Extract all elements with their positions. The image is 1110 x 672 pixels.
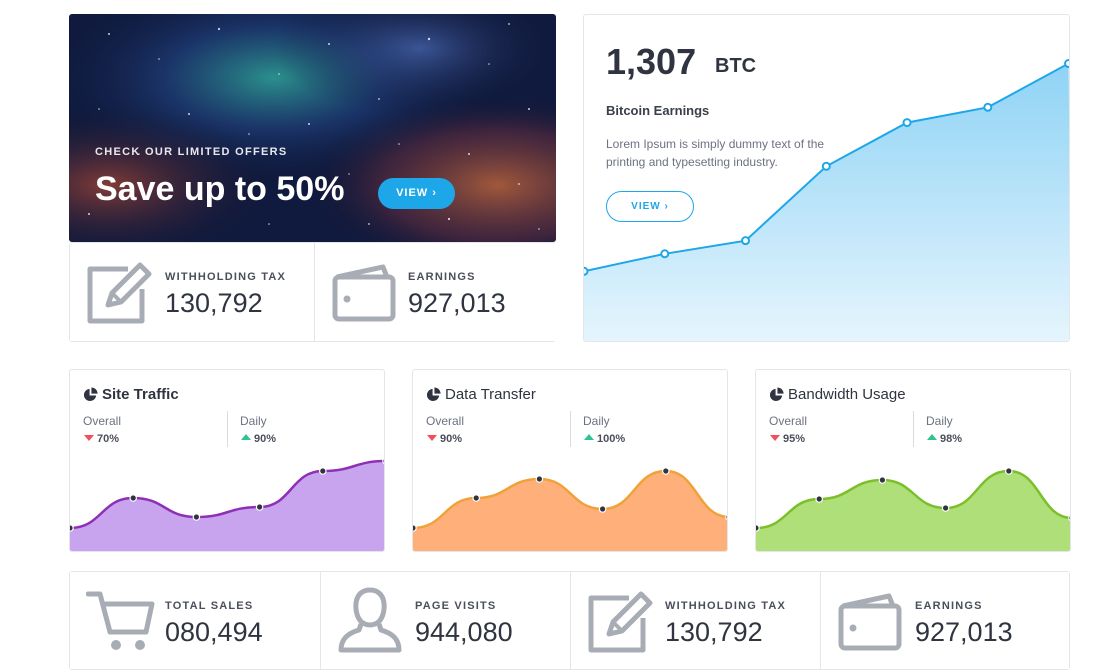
- btc-unit: BTC: [715, 55, 757, 77]
- divider: [570, 411, 571, 447]
- stat-withholding-tax: WITHHOLDING TAX 130,792: [70, 243, 314, 341]
- wallet-icon: [332, 264, 396, 322]
- stat-value: 927,013: [408, 288, 506, 318]
- overall-value: 90%: [440, 433, 463, 445]
- btc-title: Bitcoin Earnings: [606, 103, 710, 118]
- daily-value: 98%: [940, 433, 963, 445]
- daily-label: Daily: [240, 414, 267, 428]
- card-title: Data Transfer: [445, 386, 536, 403]
- trend-up-icon: [241, 434, 251, 440]
- btc-amount: 1,307: [606, 41, 697, 82]
- btc-data-point: [1064, 59, 1069, 69]
- overall-value: 70%: [97, 433, 120, 445]
- data-point: [878, 476, 887, 484]
- edit-icon: [87, 262, 152, 324]
- series-area-fill: [413, 471, 727, 551]
- overall-label: Overall: [426, 414, 465, 428]
- divider: [913, 411, 914, 447]
- pie-chart-icon: [83, 387, 98, 402]
- data-point: [662, 467, 670, 475]
- data-point: [70, 524, 74, 532]
- btc-data-point: [902, 118, 912, 128]
- stat-withholding-tax: WITHHOLDING TAX 130,792: [571, 572, 820, 669]
- data-point: [535, 475, 544, 483]
- trend-down-icon: [427, 435, 437, 441]
- stat-page-visits: PAGE VISITS 944,080: [321, 572, 570, 669]
- hero-kicker: CHECK OUR LIMITED OFFERS: [95, 146, 288, 158]
- data-point: [472, 494, 481, 502]
- user-icon: [338, 587, 402, 653]
- site-traffic-card: Site Traffic Overall Daily 70% 90%: [69, 369, 385, 552]
- btc-description: Lorem Ipsum is simply dummy text of the …: [606, 137, 825, 169]
- bitcoin-earnings-card: 1,307 BTC Bitcoin Earnings Lorem Ipsum i…: [583, 14, 1070, 342]
- pie-chart-icon: [426, 387, 441, 402]
- edit-icon: [588, 591, 653, 653]
- data-point: [319, 467, 327, 475]
- overall-label: Overall: [769, 414, 808, 428]
- data-point: [129, 494, 138, 502]
- divider: [227, 411, 228, 447]
- stat-value: 944,080: [415, 617, 513, 647]
- data-transfer-card: Data Transfer Overall Daily 90% 100%: [412, 369, 728, 552]
- data-point: [1068, 514, 1070, 522]
- btc-data-point: [584, 266, 589, 276]
- data-point: [941, 504, 950, 512]
- series-area-fill: [70, 461, 384, 551]
- top-stats-panel: WITHHOLDING TAX 130,792 EARNINGS 927,013: [69, 242, 556, 342]
- trend-up-icon: [584, 434, 594, 440]
- hero-title: Save up to 50%: [95, 170, 345, 208]
- trend-up-icon: [927, 434, 937, 440]
- btc-data-point: [741, 236, 751, 246]
- stat-label: TOTAL SALES: [165, 600, 254, 612]
- promo-banner: CHECK OUR LIMITED OFFERS Save up to 50% …: [69, 14, 556, 242]
- stat-total-sales: TOTAL SALES 080,494: [70, 572, 320, 669]
- daily-label: Daily: [583, 414, 610, 428]
- bandwidth-usage-card: Bandwidth Usage Overall Daily 95% 98%: [755, 369, 1071, 552]
- trend-down-icon: [84, 435, 94, 441]
- data-point: [255, 503, 264, 511]
- stat-label: PAGE VISITS: [415, 600, 497, 612]
- daily-label: Daily: [926, 414, 953, 428]
- data-point: [815, 495, 824, 503]
- trend-down-icon: [770, 435, 780, 441]
- btc-data-point: [660, 249, 670, 259]
- overall-value: 95%: [783, 433, 806, 445]
- btc-data-point: [983, 102, 993, 112]
- stat-label: WITHHOLDING TAX: [665, 600, 787, 612]
- data-point: [192, 513, 201, 521]
- stat-label: EARNINGS: [915, 600, 983, 612]
- series-area-fill: [756, 471, 1070, 551]
- stat-value: 927,013: [915, 617, 1013, 647]
- stat-earnings: EARNINGS 927,013: [315, 243, 556, 341]
- stat-value: 130,792: [165, 288, 263, 318]
- stat-earnings: EARNINGS 927,013: [821, 572, 1069, 669]
- data-point: [1005, 467, 1013, 475]
- stat-value: 130,792: [665, 617, 763, 647]
- overall-label: Overall: [83, 414, 122, 428]
- cart-icon: [86, 591, 155, 650]
- daily-value: 90%: [254, 433, 277, 445]
- data-point: [725, 513, 727, 521]
- card-title: Site Traffic: [102, 386, 179, 403]
- data-point: [598, 505, 607, 513]
- wallet-icon: [838, 593, 902, 651]
- data-point: [413, 524, 417, 532]
- stat-label: EARNINGS: [408, 271, 476, 283]
- stat-label: WITHHOLDING TAX: [165, 271, 287, 283]
- daily-value: 100%: [597, 433, 626, 445]
- bottom-stats-panel: TOTAL SALES 080,494 PAGE VISITS 944,080 …: [69, 571, 1070, 670]
- card-title: Bandwidth Usage: [788, 386, 906, 403]
- stat-value: 080,494: [165, 617, 263, 647]
- data-point: [756, 524, 760, 532]
- hero-view-button[interactable]: VIEW ›: [378, 178, 455, 209]
- pie-chart-icon: [769, 387, 784, 402]
- data-point: [382, 457, 384, 465]
- btc-view-button[interactable]: VIEW ›: [606, 191, 694, 222]
